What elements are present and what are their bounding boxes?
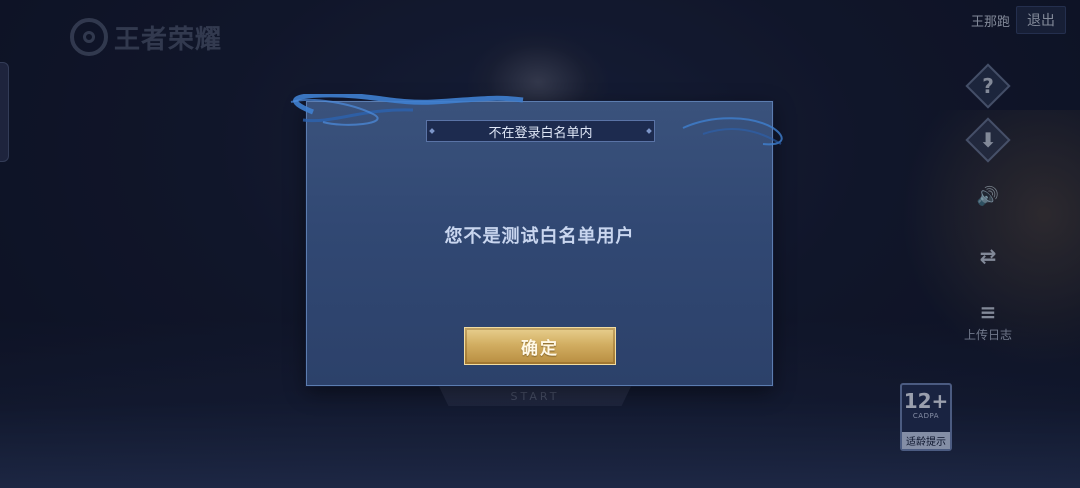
dialog-message: 您不是测试白名单用户 (444, 226, 635, 247)
alert-dialog: 不在登录白名单内 您不是测试白名单用户 确定 (290, 94, 783, 386)
dialog-title: 不在登录白名单内 (426, 120, 655, 142)
confirm-button[interactable]: 确定 (464, 327, 616, 365)
